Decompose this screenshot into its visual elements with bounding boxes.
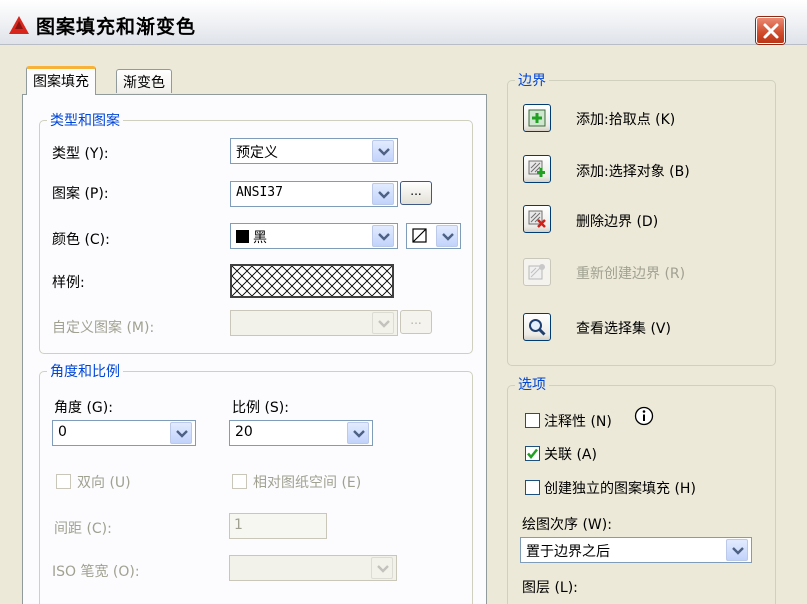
recreate-boundary-label: 重新创建边界 (R) xyxy=(576,266,686,282)
view-selections-button[interactable] xyxy=(523,313,551,341)
remove-boundary-icon xyxy=(528,210,546,228)
spacing-input[interactable]: 1 xyxy=(229,513,327,539)
color-dropdown-button[interactable] xyxy=(372,225,394,247)
autocad-logo-icon xyxy=(9,16,29,34)
color-swatch xyxy=(236,230,249,243)
iso-pen-width-dropdown-button[interactable] xyxy=(371,557,393,579)
draw-order-value: 置于边界之后 xyxy=(526,544,610,560)
hatch-gradient-dialog: 图案填充和渐变色 图案填充 渐变色 类型和图案 类型 (Y): 预定义 图案 (… xyxy=(0,0,807,604)
pattern-browse-button[interactable]: ... xyxy=(400,181,432,205)
add-pick-point-icon xyxy=(528,109,546,127)
no-fill-icon xyxy=(412,228,427,243)
type-label: 类型 (Y): xyxy=(52,146,109,162)
crosshatch-pattern-icon xyxy=(232,266,392,296)
recreate-boundary-button[interactable] xyxy=(523,258,551,286)
tab-gradient-label: 渐变色 xyxy=(123,75,165,91)
annotative-label: 注释性 (N) xyxy=(544,414,612,430)
draw-order-label: 绘图次序 (W): xyxy=(522,517,612,533)
add-pick-points-label[interactable]: 添加:拾取点 (K) xyxy=(576,109,675,129)
angle-dropdown-button[interactable] xyxy=(170,422,192,444)
recreate-boundary-icon xyxy=(528,264,545,280)
add-select-objects-icon xyxy=(528,160,545,177)
color-label: 颜色 (C): xyxy=(52,232,110,248)
spacing-label: 间距 (C): xyxy=(54,521,112,537)
relative-paper-space-checkbox[interactable] xyxy=(232,474,247,489)
double-checkbox[interactable] xyxy=(56,474,71,489)
title-bar[interactable]: 图案填充和渐变色 xyxy=(0,0,807,45)
scale-dropdown-button[interactable] xyxy=(347,422,369,444)
custom-pattern-browse-button[interactable]: ... xyxy=(400,310,432,334)
associative-label: 关联 (A) xyxy=(544,447,597,463)
add-select-objects-button[interactable] xyxy=(523,155,551,183)
scale-select-value: 20 xyxy=(235,424,253,440)
angle-label: 角度 (G): xyxy=(54,400,113,416)
info-icon[interactable] xyxy=(634,406,654,426)
iso-pen-width-label: ISO 笔宽 (O): xyxy=(52,564,140,580)
view-selections-label[interactable]: 查看选择集 (V) xyxy=(576,318,671,338)
window-title: 图案填充和渐变色 xyxy=(36,16,197,38)
create-separate-hatches-checkbox[interactable] xyxy=(525,480,540,495)
custom-pattern-dropdown-button[interactable] xyxy=(372,312,394,334)
chevron-down-icon xyxy=(176,430,188,438)
chevron-down-icon xyxy=(378,233,390,241)
background-color-dropdown-button[interactable] xyxy=(436,225,458,247)
draw-order-select[interactable]: 置于边界之后 xyxy=(520,537,752,563)
type-dropdown-button[interactable] xyxy=(372,140,394,162)
scale-label: 比例 (S): xyxy=(232,400,289,416)
tab-hatch-label: 图案填充 xyxy=(33,74,89,90)
double-label: 双向 (U) xyxy=(77,475,131,491)
chevron-down-icon xyxy=(353,430,365,438)
sample-label: 样例: xyxy=(52,275,85,291)
pattern-select-value: ANSI37 xyxy=(236,185,283,200)
options-legend: 选项 xyxy=(515,374,549,394)
angle-scale-legend: 角度和比例 xyxy=(47,361,123,381)
create-separate-hatches-label: 创建独立的图案填充 (H) xyxy=(544,481,696,497)
chevron-down-icon xyxy=(377,565,389,573)
annotative-checkbox[interactable] xyxy=(525,413,540,428)
chevron-down-icon xyxy=(378,148,390,156)
add-pick-points-button[interactable] xyxy=(523,104,551,132)
pattern-sample-swatch[interactable] xyxy=(230,264,394,298)
pattern-dropdown-button[interactable] xyxy=(372,183,394,205)
tab-gradient[interactable]: 渐变色 xyxy=(116,69,172,93)
add-select-objects-label[interactable]: 添加:选择对象 (B) xyxy=(576,161,690,181)
chevron-down-icon xyxy=(442,233,454,241)
associative-checkbox[interactable] xyxy=(525,446,540,461)
tab-hatch[interactable]: 图案填充 xyxy=(26,66,96,95)
draw-order-dropdown-button[interactable] xyxy=(726,539,748,561)
chevron-down-icon xyxy=(378,191,390,199)
remove-boundaries-button[interactable] xyxy=(523,205,551,233)
angle-select-value: 0 xyxy=(58,424,67,440)
chevron-down-icon xyxy=(732,547,744,555)
spacing-input-value: 1 xyxy=(234,517,243,533)
close-icon xyxy=(763,23,779,39)
close-button[interactable] xyxy=(756,17,785,44)
chevron-down-icon xyxy=(378,320,390,328)
checkmark-icon xyxy=(527,448,538,459)
type-pattern-legend: 类型和图案 xyxy=(47,110,123,130)
relative-paper-space-label: 相对图纸空间 (E) xyxy=(253,475,362,491)
remove-boundaries-label[interactable]: 删除边界 (D) xyxy=(576,211,658,231)
type-select-value: 预定义 xyxy=(236,145,278,161)
color-select-value: 黑 xyxy=(253,230,267,246)
magnifier-icon xyxy=(529,319,546,336)
custom-pattern-label: 自定义图案 (M): xyxy=(52,320,155,336)
boundary-legend: 边界 xyxy=(515,70,549,90)
layer-label: 图层 (L): xyxy=(522,580,578,596)
pattern-label: 图案 (P): xyxy=(52,186,109,202)
